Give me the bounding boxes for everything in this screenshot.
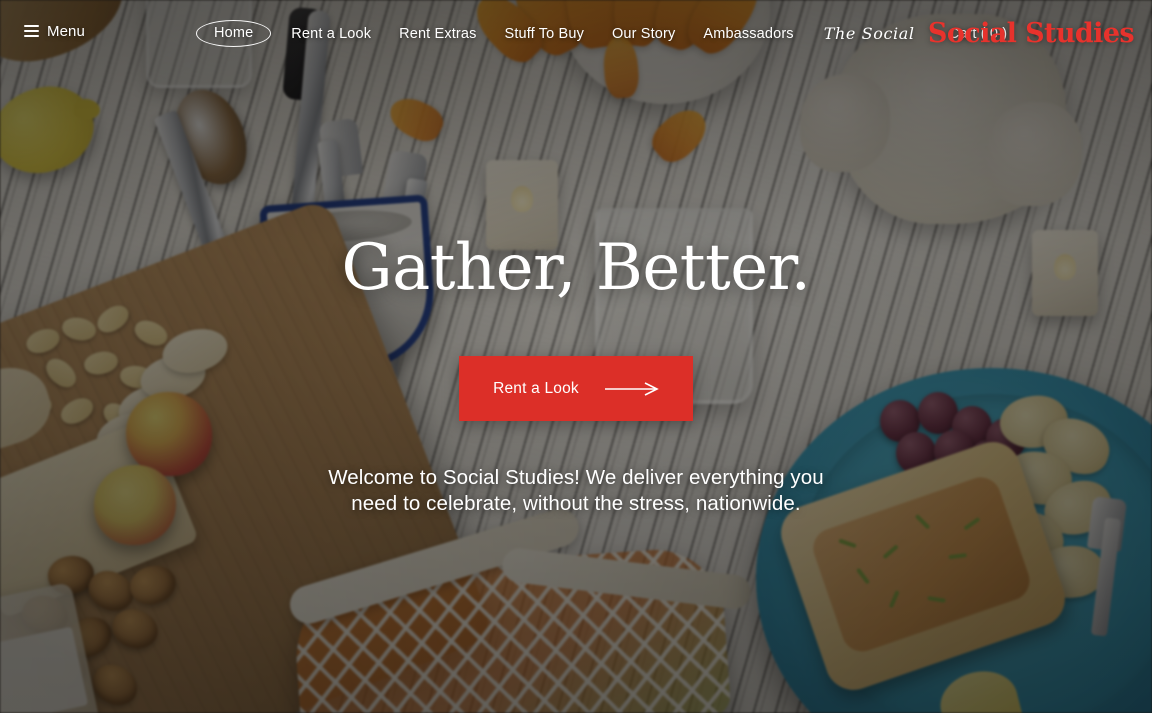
nav-item-ambassadors[interactable]: Ambassadors	[689, 26, 807, 42]
nav-item-our-story[interactable]: Our Story	[598, 26, 689, 42]
nav-item-rent-a-look[interactable]: Rent a Look	[277, 26, 385, 42]
long-arrow-right-icon	[604, 381, 659, 396]
nav-item-home[interactable]: Home	[196, 20, 272, 47]
primary-nav: Home Rent a Look Rent Extras Stuff To Bu…	[196, 20, 1021, 47]
hero-heading: Gather, Better.	[341, 231, 811, 305]
page-root: Menu Home Rent a Look Rent Extras Stuff …	[0, 0, 1152, 713]
hero-section: Gather, Better. Rent a Look Welcome to S…	[0, 236, 1152, 516]
hero-subtitle: Welcome to Social Studies! We deliver ev…	[328, 466, 824, 515]
rent-a-look-cta-button[interactable]: Rent a Look	[459, 356, 693, 421]
site-header: Menu Home Rent a Look Rent Extras Stuff …	[0, 0, 1152, 62]
cta-label: Rent a Look	[493, 379, 579, 397]
nav-item-rent-extras[interactable]: Rent Extras	[385, 26, 490, 42]
site-logo[interactable]: Social Studies	[928, 18, 1135, 49]
nav-item-stuff-to-buy[interactable]: Stuff To Buy	[491, 26, 598, 42]
nav-item-the-social[interactable]: The Social	[808, 24, 931, 43]
menu-button-label: Menu	[47, 22, 85, 40]
menu-button[interactable]: Menu	[24, 23, 85, 40]
hamburger-icon	[24, 25, 39, 37]
